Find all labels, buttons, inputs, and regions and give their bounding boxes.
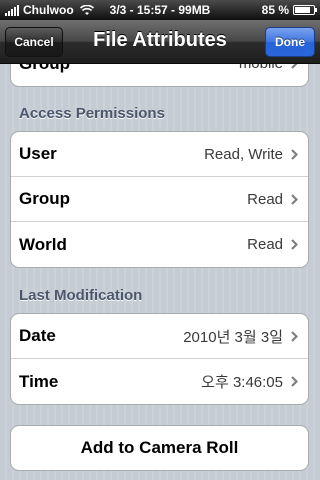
- access-permissions-group: User Read, Write Group Read World Read: [10, 131, 309, 268]
- chevron-right-icon: [291, 376, 298, 387]
- list-item-world[interactable]: World Read: [11, 222, 308, 267]
- navigation-bar: Cancel File Attributes Done: [0, 20, 320, 64]
- row-value: 오후 3:46:05: [201, 374, 283, 391]
- last-modification-group: Date 2010년 3월 3일 Time 오후 3:46:05: [10, 313, 309, 405]
- row-value: 2010년 3월 3일: [183, 328, 283, 346]
- chevron-right-icon: [291, 148, 298, 160]
- status-bar: Chulwoo 3/3 - 15:57 - 99MB 85 %: [0, 0, 320, 20]
- row-value: Read: [247, 190, 283, 208]
- row-label: User: [19, 144, 57, 163]
- add-to-camera-roll-button[interactable]: Add to Camera Roll: [10, 425, 309, 471]
- row-label: World: [19, 234, 67, 254]
- list-item-user[interactable]: User Read, Write: [11, 132, 308, 177]
- row-value: Read, Write: [204, 145, 283, 163]
- status-center-text: 3/3 - 15:57 - 99MB: [109, 3, 211, 17]
- list-item-date[interactable]: Date 2010년 3월 3일: [11, 314, 308, 359]
- cancel-button[interactable]: Cancel: [5, 27, 63, 57]
- row-value: Read: [247, 236, 283, 253]
- list-item-time[interactable]: Time 오후 3:46:05: [11, 359, 308, 404]
- list-item-group[interactable]: Group Read: [11, 177, 308, 222]
- section-header-last-modification: Last Modification: [19, 287, 143, 304]
- list-item-group-owner[interactable]: Group mobile: [11, 64, 308, 86]
- chevron-right-icon: [291, 330, 298, 342]
- attributes-list[interactable]: Group mobile Access Permissions User Rea…: [0, 64, 320, 480]
- row-value: mobile: [239, 64, 283, 72]
- row-label: Date: [19, 326, 56, 345]
- page-title: File Attributes: [93, 29, 227, 51]
- row-label: Time: [19, 371, 59, 391]
- done-button[interactable]: Done: [265, 27, 315, 57]
- chevron-right-icon: [291, 193, 298, 205]
- owner-group: Group mobile: [10, 64, 309, 87]
- row-label: Group: [19, 189, 70, 208]
- section-header-access-permissions: Access Permissions: [19, 105, 165, 122]
- chevron-right-icon: [291, 239, 298, 250]
- row-label: Group: [19, 64, 70, 74]
- battery-fill: [295, 7, 310, 13]
- chevron-right-icon: [291, 64, 298, 69]
- battery-icon: [293, 5, 317, 15]
